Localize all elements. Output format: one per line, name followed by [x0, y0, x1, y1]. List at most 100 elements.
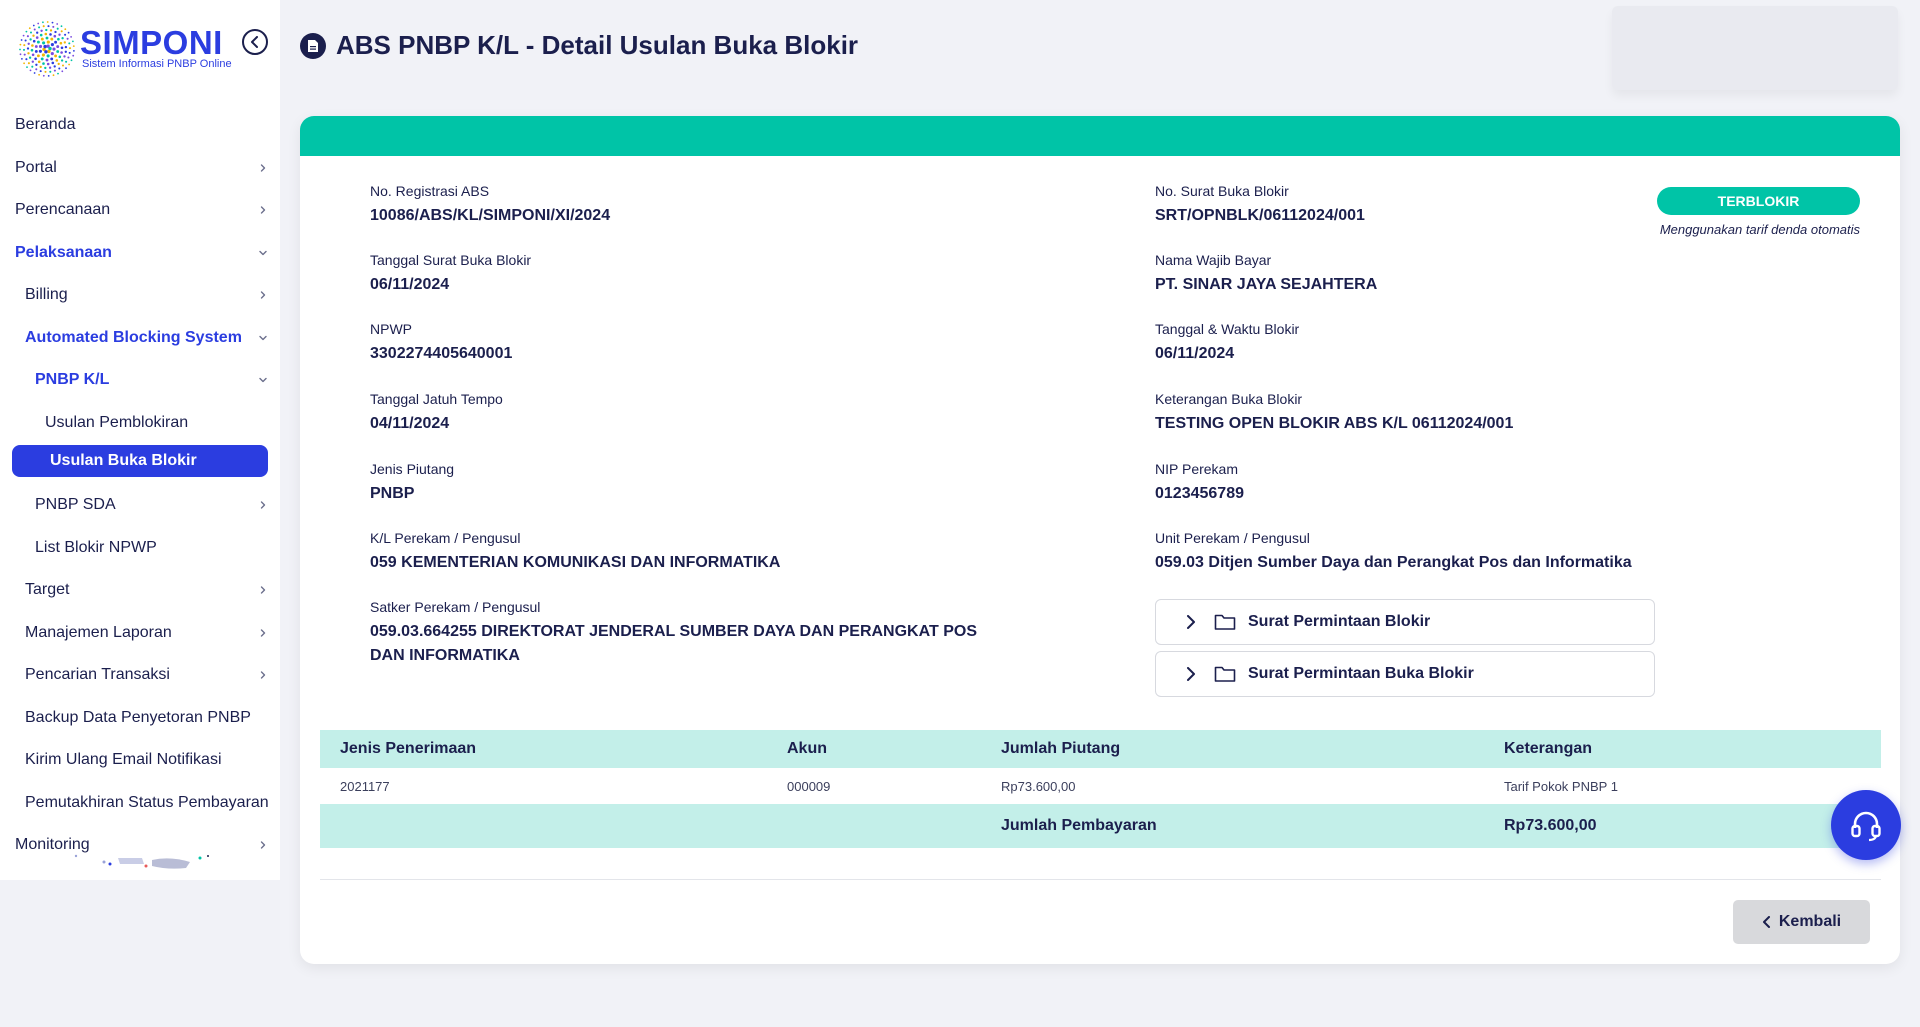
field-label: Jenis Piutang: [370, 461, 455, 477]
field-nama-wajib-bayar: Nama Wajib Bayar PT. SINAR JAYA SEJAHTERA: [1155, 252, 1795, 297]
folder-label: Surat Permintaan Blokir: [1248, 613, 1431, 630]
status-note: Menggunakan tarif denda otomatis: [1659, 222, 1860, 237]
field-label: K/L Perekam / Pengusul: [370, 530, 521, 546]
column-header-akun: Akun: [787, 740, 827, 757]
chevron-right-icon: [260, 164, 266, 172]
column-header-jumlah-piutang: Jumlah Piutang: [1001, 740, 1121, 757]
folder-icon: [1214, 614, 1236, 630]
sidebar-item-label: Portal: [15, 158, 57, 176]
sidebar-item-label: Pelaksanaan: [15, 243, 112, 261]
sidebar-item-kirim-ulang-email-notifikasi[interactable]: Kirim Ulang Email Notifikasi: [0, 739, 280, 782]
sidebar-illustration: [74, 854, 209, 869]
sidebar-item-usulan-buka-blokir[interactable]: Usulan Buka Blokir: [12, 445, 268, 477]
sidebar-nav: Beranda Portal Perencanaan Pelaksanaan Billi…: [0, 104, 280, 867]
field-tanggal-surat-buka-blokir: Tanggal Surat Buka Blokir 06/11/2024: [370, 252, 1010, 297]
sidebar-item-pemutakhiran-status-pembayaran[interactable]: Pemutakhiran Status Pembayaran: [0, 782, 280, 825]
simponi-logo[interactable]: SIMPONI Sistem Informasi PNBP Online: [18, 18, 238, 80]
field-no-registrasi-abs: No. Registrasi ABS 10086/ABS/KL/SIMPONI/X…: [370, 183, 1010, 228]
sidebar-item-perencanaan[interactable]: Perencanaan: [0, 189, 280, 232]
sidebar-item-label: Manajemen Laporan: [25, 623, 172, 641]
field-value: PT. SINAR JAYA SEJAHTERA: [1155, 276, 1378, 293]
field-value: 04/11/2024: [370, 415, 450, 432]
field-label: NPWP: [370, 321, 412, 337]
chevron-right-icon: [260, 671, 266, 679]
chevron-down-icon: [259, 335, 267, 340]
field-value: 06/11/2024: [370, 276, 450, 293]
field-label: Keterangan Buka Blokir: [1155, 391, 1303, 407]
chevron-right-icon: [1187, 667, 1195, 681]
sidebar-item-list-blokir-npwp[interactable]: List Blokir NPWP: [0, 527, 280, 570]
document-icon: [300, 32, 326, 59]
field-label: NIP Perekam: [1155, 461, 1238, 477]
user-panel[interactable]: [1612, 6, 1898, 90]
sidebar-item-label: Target: [25, 581, 70, 599]
sidebar-item-manajemen-laporan[interactable]: Manajemen Laporan: [0, 612, 280, 655]
sidebar-item-portal[interactable]: Portal: [0, 147, 280, 190]
sidebar-item-label: Perencanaan: [15, 201, 111, 219]
chevron-left-icon: [251, 36, 258, 48]
help-support-button[interactable]: [1831, 790, 1901, 860]
chevron-right-icon: [260, 291, 266, 299]
folder-surat-permintaan-blokir[interactable]: Surat Permintaan Blokir: [1155, 599, 1655, 645]
field-nip-perekam: NIP Perekam 0123456789: [1155, 461, 1795, 506]
page-title: ABS PNBP K/L - Detail Usulan Buka Blokir: [336, 30, 859, 60]
chevron-right-icon: [260, 629, 266, 637]
sidebar-item-label: PNBP SDA: [35, 496, 116, 514]
field-tanggal-jatuh-tempo: Tanggal Jatuh Tempo 04/11/2024: [370, 391, 1010, 436]
sidebar-item-automated-blocking-system[interactable]: Automated Blocking System: [0, 317, 280, 360]
sidebar-item-pelaksanaan[interactable]: Pelaksanaan: [0, 232, 280, 275]
total-label: Jumlah Pembayaran: [1001, 817, 1157, 834]
field-value: PNBP: [370, 485, 415, 502]
chevron-right-icon: [260, 586, 266, 594]
field-value: 3302274405640001: [370, 345, 513, 362]
sidebar-item-pnbp-sda[interactable]: PNBP SDA: [0, 484, 280, 527]
collapse-sidebar-button[interactable]: [242, 29, 268, 55]
sidebar-item-pencarian-transaksi[interactable]: Pencarian Transaksi: [0, 654, 280, 697]
back-button[interactable]: Kembali: [1733, 900, 1870, 944]
detail-card: No. Registrasi ABS 10086/ABS/KL/SIMPONI/X…: [300, 116, 1900, 964]
sidebar-item-beranda[interactable]: Beranda: [0, 104, 280, 147]
sidebar-item-target[interactable]: Target: [0, 569, 280, 612]
logo-subtitle: Sistem Informasi PNBP Online: [82, 58, 232, 70]
field-label: Satker Perekam / Pengusul: [370, 599, 541, 615]
folder-icon: [1214, 666, 1236, 682]
chevron-right-icon: [260, 206, 266, 214]
sidebar-item-label: Billing: [25, 286, 68, 304]
field-unit-perekam-pengusul: Unit Perekam / Pengusul 059.03 Ditjen Sum…: [1155, 530, 1795, 575]
sidebar-item-usulan-pemblokiran[interactable]: Usulan Pemblokiran: [0, 402, 280, 445]
sidebar-item-label: Usulan Pemblokiran: [45, 413, 189, 431]
sidebar-item-backup-data-penyetoran-pnbp[interactable]: Backup Data Penyetoran PNBP: [0, 697, 280, 740]
field-value: 0123456789: [1155, 485, 1244, 502]
field-k-l-perekam-pengusul: K/L Perekam / Pengusul 059 KEMENTERIAN KO…: [370, 530, 1010, 575]
field-value: 10086/ABS/KL/SIMPONI/XI/2024: [370, 207, 611, 224]
field-value: 06/11/2024: [1155, 345, 1235, 362]
table-header-row: Jenis Penerimaan Akun Jumlah Piutang Ket…: [320, 730, 1881, 768]
column-header-jenis-penerimaan: Jenis Penerimaan: [340, 740, 477, 757]
field-keterangan-buka-blokir: Keterangan Buka Blokir TESTING OPEN BLOKI…: [1155, 391, 1795, 436]
total-value: Rp73.600,00: [1504, 817, 1597, 834]
field-jenis-piutang: Jenis Piutang PNBP: [370, 461, 1010, 506]
logo-dots-icon: [19, 21, 75, 77]
cell-akun: 000009: [787, 778, 831, 794]
field-value: 059.03 Ditjen Sumber Daya dan Perangkat …: [1155, 554, 1632, 571]
field-value: 059 KEMENTERIAN KOMUNIKASI DAN INFORMATI…: [370, 554, 781, 571]
folder-surat-permintaan-buka-blokir[interactable]: Surat Permintaan Buka Blokir: [1155, 651, 1655, 697]
field-tanggal-waktu-blokir: Tanggal & Waktu Blokir 06/11/2024: [1155, 321, 1795, 366]
field-label: No. Registrasi ABS: [370, 183, 490, 199]
chevron-right-icon: [260, 841, 266, 849]
sidebar: SIMPONI Sistem Informasi PNBP Online Ber…: [0, 0, 280, 880]
column-header-keterangan: Keterangan: [1504, 740, 1593, 757]
status-badge: TERBLOKIR: [1657, 187, 1860, 215]
sidebar-item-label: Beranda: [15, 116, 76, 134]
field-label: Tanggal & Waktu Blokir: [1155, 321, 1300, 337]
sidebar-item-billing[interactable]: Billing: [0, 274, 280, 317]
field-value: TESTING OPEN BLOKIR ABS K/L 06112024/001: [1155, 415, 1514, 432]
chevron-down-icon: [259, 250, 267, 255]
sidebar-item-pnbp-k-l[interactable]: PNBP K/L: [0, 359, 280, 402]
chevron-left-icon: [1762, 916, 1770, 928]
field-npwp: NPWP 3302274405640001: [370, 321, 1010, 366]
sidebar-item-label: Pemutakhiran Status Pembayaran: [25, 793, 269, 811]
sidebar-item-label: Pencarian Transaksi: [25, 666, 170, 684]
logo-title: SIMPONI: [80, 24, 223, 61]
sidebar-item-label: PNBP K/L: [35, 371, 110, 389]
